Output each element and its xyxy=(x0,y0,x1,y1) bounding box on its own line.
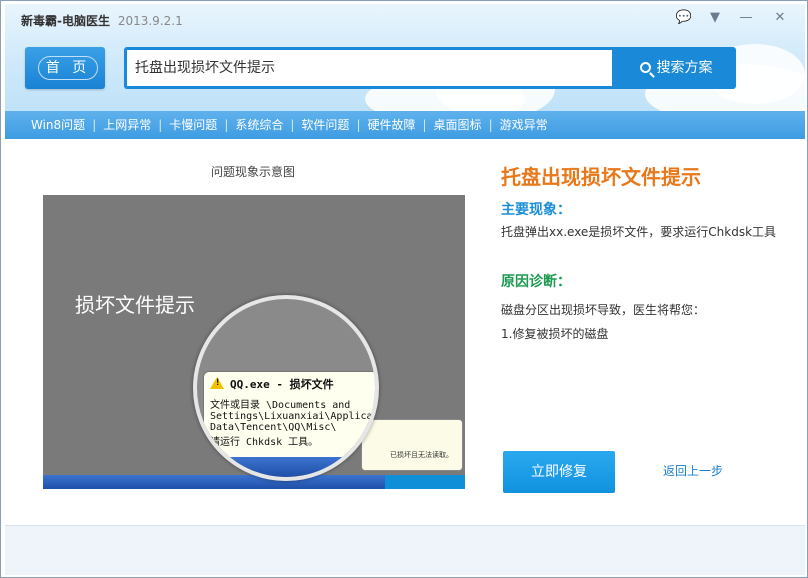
mini-balloon-text: 已损坏且无法读取。 xyxy=(390,451,453,459)
warning-icon xyxy=(210,377,224,389)
illustration-mini-balloon: 已损坏且无法读取。 xyxy=(361,419,463,471)
category-desktop[interactable]: 桌面图标 xyxy=(434,111,482,139)
home-button-label: 首 页 xyxy=(38,56,98,80)
illustration-heading: 损坏文件提示 xyxy=(75,293,195,317)
magnified-taskbar xyxy=(197,457,375,477)
category-win8[interactable]: Win8问题 xyxy=(31,111,85,139)
diagnosis-text: 磁盘分区出现损坏导致，医生将帮您： xyxy=(501,303,706,317)
symptom-heading: 主要现象： xyxy=(501,202,571,218)
balloon-line: Settings\Lixuanxiai\Applica xyxy=(210,411,373,422)
back-link[interactable]: 返回上一步 xyxy=(663,462,723,479)
fix-step: 1.修复被损坏的磁盘 xyxy=(501,327,609,341)
balloon-line: 请运行 Chkdsk 工具。 xyxy=(210,437,319,448)
category-internet[interactable]: 上网异常 xyxy=(103,111,151,139)
search-input[interactable]: 托盘出现损坏文件提示 xyxy=(127,50,612,86)
menu-icon[interactable]: ▼ xyxy=(702,8,728,28)
search-bar: 托盘出现损坏文件提示 搜索方案 xyxy=(124,47,736,89)
close-icon[interactable]: ✕ xyxy=(767,8,793,28)
category-bar: Win8问题 | 上网异常 | 卡慢问题 | 系统综合 | 软件问题 | 硬件故障 | 桌面图标 | 游戏异… xyxy=(5,111,805,139)
illustration-image: 损坏文件提示 已损坏且无法读取。 QQ.exe - 损坏文件 文件或目录 \Do… xyxy=(43,195,465,489)
repair-now-button[interactable]: 立即修复 xyxy=(503,451,615,493)
home-button[interactable]: 首 页 xyxy=(25,47,105,89)
minimize-icon[interactable]: — xyxy=(733,8,759,28)
app-window: 新毒霸-电脑医生 2013.9.2.1 💬 ▼ — ✕ 首 页 托盘出现损坏文件… xyxy=(0,0,808,578)
category-hardware[interactable]: 硬件故障 xyxy=(367,111,415,139)
diagnosis-heading: 原因诊断： xyxy=(501,274,571,290)
app-title: 新毒霸-电脑医生 xyxy=(21,14,110,28)
balloon-line: 文件或目录 \Documents and xyxy=(210,400,351,411)
app-version: 2013.9.2.1 xyxy=(117,14,183,28)
search-icon xyxy=(639,62,651,73)
category-software[interactable]: 软件问题 xyxy=(301,111,349,139)
issue-title: 托盘出现损坏文件提示 xyxy=(501,165,701,189)
balloon-line: Data\Tencent\QQ\Misc\ xyxy=(210,422,337,433)
title-bar: 新毒霸-电脑医生 2013.9.2.1 xyxy=(21,12,183,29)
balloon-title: QQ.exe - 损坏文件 xyxy=(230,378,334,391)
search-button[interactable]: 搜索方案 xyxy=(616,47,736,89)
main-content: 问题现象示意图 损坏文件提示 已损坏且无法读取。 QQ.exe - 损坏文件 文… xyxy=(5,139,805,525)
symptom-text: 托盘弹出xx.exe是损坏文件，要求运行Chkdsk工具 xyxy=(501,225,777,239)
category-games[interactable]: 游戏异常 xyxy=(500,111,548,139)
magnifier-lens: QQ.exe - 损坏文件 文件或目录 \Documents and Setti… xyxy=(193,295,379,481)
footer xyxy=(5,525,805,575)
illustration-caption: 问题现象示意图 xyxy=(211,165,296,179)
category-system[interactable]: 系统综合 xyxy=(235,111,283,139)
header: 新毒霸-电脑医生 2013.9.2.1 💬 ▼ — ✕ 首 页 托盘出现损坏文件… xyxy=(5,4,805,111)
category-slow[interactable]: 卡慢问题 xyxy=(169,111,217,139)
feedback-icon[interactable]: 💬 xyxy=(671,8,697,28)
illustration-tray xyxy=(385,475,465,489)
error-balloon: QQ.exe - 损坏文件 文件或目录 \Documents and Setti… xyxy=(203,371,375,459)
search-button-label: 搜索方案 xyxy=(656,60,713,76)
